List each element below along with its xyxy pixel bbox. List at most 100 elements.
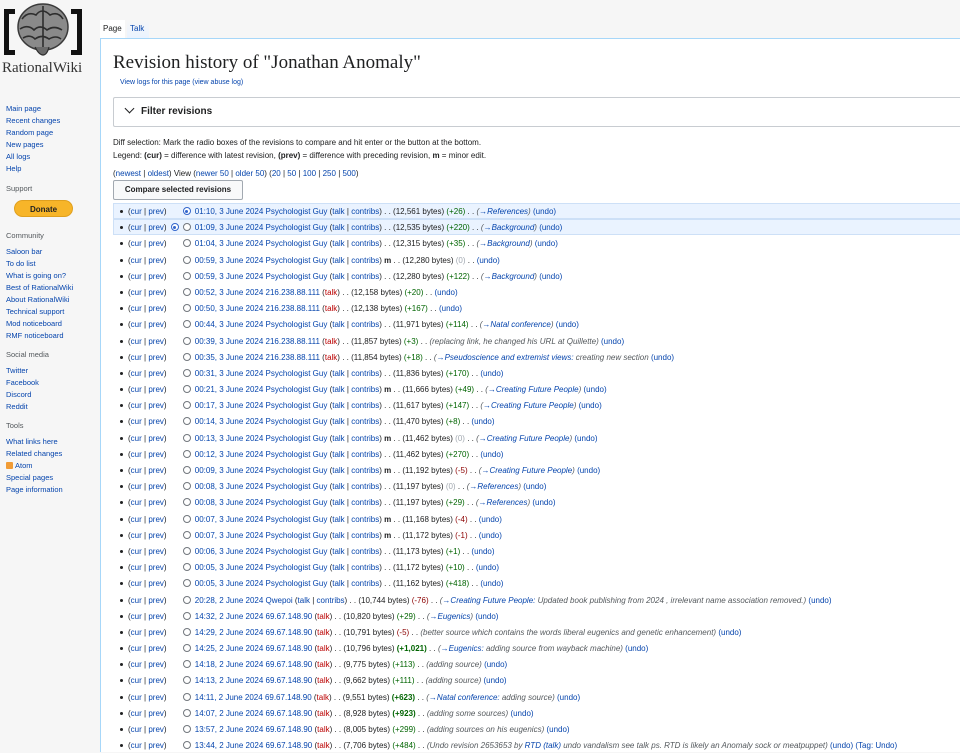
prev-link[interactable]: prev: [148, 401, 164, 410]
user-talk-link[interactable]: talk: [317, 660, 329, 669]
user-talk-link[interactable]: talk: [332, 450, 344, 459]
section-link[interactable]: →Creating Future People: [481, 466, 572, 475]
sidebar-item-reddit[interactable]: Reddit: [6, 402, 28, 411]
user-talk-link[interactable]: talk: [298, 596, 310, 605]
cur-link[interactable]: cur: [131, 676, 142, 685]
user-contribs-link[interactable]: contribs: [351, 434, 379, 443]
revision-date-link[interactable]: 00:50, 3 June 2024: [195, 304, 264, 313]
undo-link[interactable]: (undo): [439, 304, 462, 313]
cur-link[interactable]: cur: [131, 498, 142, 507]
undo-link[interactable]: (undo): [584, 385, 607, 394]
user-contribs-link[interactable]: contribs: [351, 272, 379, 281]
revision-date-link[interactable]: 00:35, 3 June 2024: [195, 353, 264, 362]
undo-link[interactable]: (undo): [556, 320, 579, 329]
sidebar-item-what-links-here[interactable]: What links here: [6, 437, 58, 446]
ip-user-link[interactable]: 69.67.148.90: [266, 676, 313, 685]
section-link[interactable]: →Natal conference:: [429, 693, 500, 702]
undo-link[interactable]: (undo): [532, 498, 555, 507]
sidebar-item-rmf-noticeboard[interactable]: RMF noticeboard: [6, 331, 64, 340]
sidebar-item-to-do-list[interactable]: To do list: [6, 259, 36, 268]
user-talk-link[interactable]: talk: [332, 498, 344, 507]
view-logs-link[interactable]: View logs for this page: [120, 79, 190, 86]
sidebar-item-facebook[interactable]: Facebook: [6, 378, 39, 387]
user-talk-link[interactable]: talk: [325, 288, 337, 297]
revision-date-link[interactable]: 13:44, 2 June 2024: [195, 741, 264, 750]
cur-link[interactable]: cur: [131, 547, 142, 556]
ip-user-link[interactable]: 69.67.148.90: [266, 612, 313, 621]
cur-link[interactable]: cur: [131, 239, 142, 248]
undo-link[interactable]: (undo): [523, 482, 546, 491]
prev-link[interactable]: prev: [148, 676, 164, 685]
undo-link[interactable]: (undo): [557, 693, 580, 702]
newer-50-link[interactable]: newer 50: [196, 169, 229, 178]
oldest-link[interactable]: oldest: [148, 169, 169, 178]
undo-link[interactable]: (undo): [510, 709, 533, 718]
user-link[interactable]: Psychologist Guy: [266, 547, 328, 556]
user-link[interactable]: Psychologist Guy: [266, 482, 328, 491]
user-contribs-link[interactable]: contribs: [351, 320, 379, 329]
cur-link[interactable]: cur: [131, 579, 142, 588]
user-link[interactable]: Psychologist Guy: [266, 256, 328, 265]
user-link[interactable]: Psychologist Guy: [266, 223, 328, 232]
compare-radio-new[interactable]: [182, 530, 191, 539]
user-contribs-link[interactable]: contribs: [351, 579, 379, 588]
prev-link[interactable]: prev: [148, 579, 164, 588]
undo-link[interactable]: (undo): [535, 239, 558, 248]
user-talk-link[interactable]: talk: [317, 725, 329, 734]
user-contribs-link[interactable]: contribs: [351, 563, 379, 572]
prev-link[interactable]: prev: [148, 385, 164, 394]
compare-radio-new[interactable]: [182, 660, 191, 669]
user-talk-link[interactable]: talk: [317, 741, 329, 750]
section-link[interactable]: →Eugenics: [429, 612, 470, 621]
prev-link[interactable]: prev: [148, 628, 164, 637]
sidebar-item-what-is-going-on[interactable]: What is going on?: [6, 271, 66, 280]
section-link[interactable]: →Creating Future People: [488, 385, 579, 394]
prev-link[interactable]: prev: [148, 256, 164, 265]
prev-link[interactable]: prev: [148, 450, 164, 459]
revision-date-link[interactable]: 14:32, 2 June 2024: [195, 612, 264, 621]
compare-radio-new[interactable]: [182, 417, 191, 426]
compare-radio-new[interactable]: [182, 433, 191, 442]
cur-link[interactable]: cur: [131, 741, 142, 750]
compare-radio-new[interactable]: [182, 385, 191, 394]
user-link[interactable]: Psychologist Guy: [266, 239, 328, 248]
undo-link[interactable]: (undo): [480, 450, 503, 459]
user-talk-link[interactable]: (talk): [543, 741, 561, 750]
revision-date-link[interactable]: 14:11, 2 June 2024: [195, 693, 263, 702]
user-talk-link[interactable]: talk: [325, 353, 337, 362]
compare-radio-new[interactable]: [182, 725, 191, 733]
prev-link[interactable]: prev: [148, 239, 164, 248]
limit-100-link[interactable]: 100: [303, 169, 316, 178]
user-talk-link[interactable]: talk: [332, 239, 344, 248]
undo-link[interactable]: (undo): [476, 563, 499, 572]
revision-date-link[interactable]: 00:52, 3 June 2024: [195, 288, 264, 297]
prev-link[interactable]: prev: [148, 337, 164, 346]
user-link[interactable]: Psychologist Guy: [266, 401, 328, 410]
prev-link[interactable]: prev: [148, 417, 164, 426]
cur-link[interactable]: cur: [131, 709, 142, 718]
user-contribs-link[interactable]: contribs: [351, 547, 379, 556]
undo-link[interactable]: (undo): [718, 628, 741, 637]
sidebar-item-main-page[interactable]: Main page: [6, 104, 41, 113]
undo-link[interactable]: (undo): [830, 741, 853, 750]
view-abuse-log-link[interactable]: (view abuse log): [192, 79, 243, 86]
prev-link[interactable]: prev: [148, 547, 164, 556]
compare-radio-new[interactable]: [182, 466, 191, 474]
cur-link[interactable]: cur: [131, 272, 142, 281]
user-link[interactable]: Psychologist Guy: [266, 498, 328, 507]
prev-link[interactable]: prev: [148, 725, 164, 734]
cur-link[interactable]: cur: [131, 450, 142, 459]
compare-radio-new[interactable]: [182, 255, 191, 264]
user-talk-link[interactable]: talk: [332, 401, 344, 410]
compare-radio-new[interactable]: [182, 692, 191, 701]
sidebar-item-help[interactable]: Help: [6, 164, 21, 173]
prev-link[interactable]: prev: [148, 660, 164, 669]
limit-250-link[interactable]: 250: [323, 169, 336, 178]
sidebar-item-page-information[interactable]: Page information: [6, 485, 63, 494]
undo-link[interactable]: (undo): [435, 288, 458, 297]
prev-link[interactable]: prev: [148, 304, 164, 313]
limit-50-link[interactable]: 50: [287, 169, 296, 178]
user-talk-link[interactable]: talk: [332, 579, 344, 588]
user-link[interactable]: Psychologist Guy: [266, 563, 328, 572]
section-link[interactable]: →Background: [479, 239, 530, 248]
